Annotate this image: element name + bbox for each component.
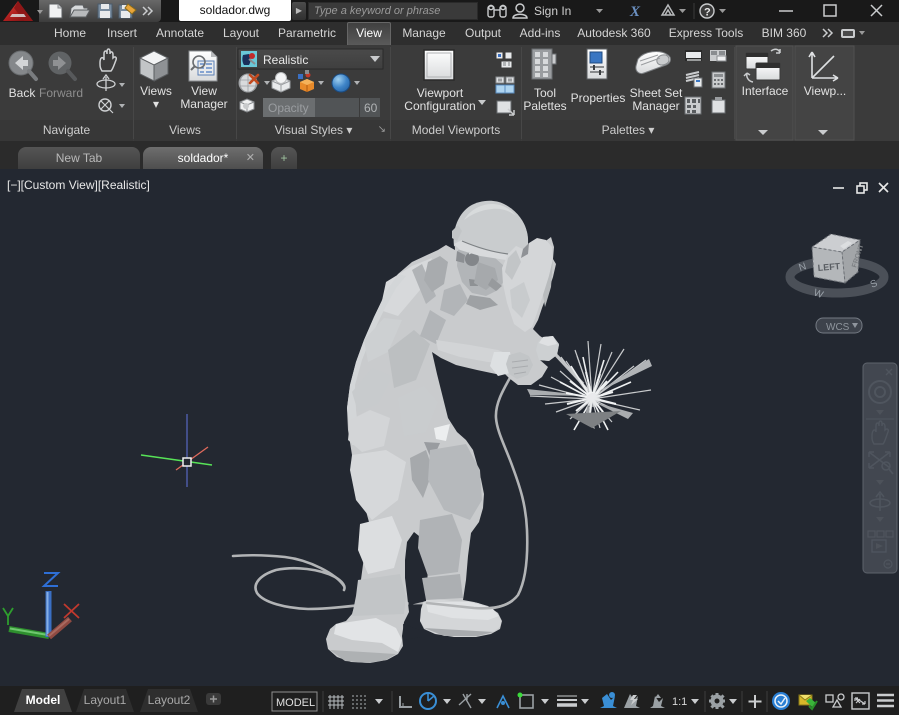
svg-text:LEFT: LEFT bbox=[817, 261, 841, 273]
svg-text:W: W bbox=[812, 287, 825, 301]
svg-text:1:1: 1:1 bbox=[672, 696, 687, 708]
svg-text:Opacity: Opacity bbox=[268, 101, 309, 115]
svg-text:60: 60 bbox=[364, 101, 378, 115]
svg-text:?: ? bbox=[704, 7, 711, 19]
svg-text:WCS: WCS bbox=[826, 322, 850, 333]
svg-text:X: X bbox=[629, 4, 641, 20]
svg-text:Realistic: Realistic bbox=[263, 53, 308, 67]
svg-text:MODEL: MODEL bbox=[276, 697, 315, 709]
